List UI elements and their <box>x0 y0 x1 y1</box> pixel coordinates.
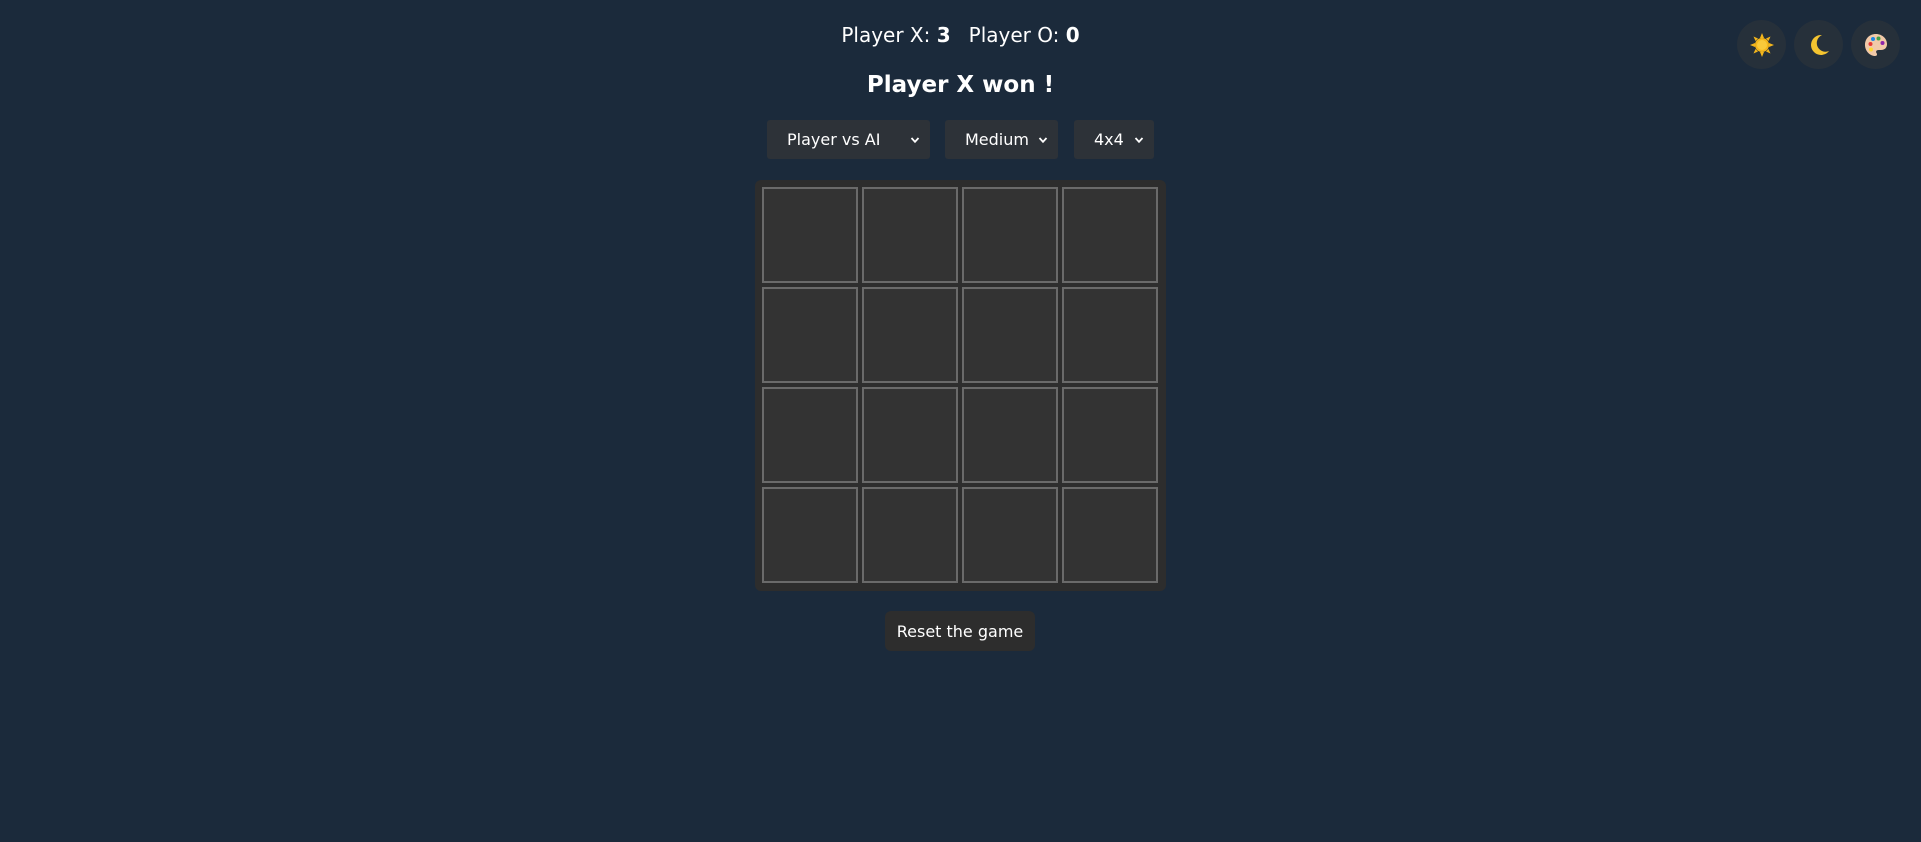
board-cell[interactable] <box>962 187 1058 283</box>
board-cell[interactable] <box>762 187 858 283</box>
player-x-score-value: 3 <box>936 23 951 47</box>
board-cell[interactable] <box>962 387 1058 483</box>
difficulty-select-value: Medium <box>965 130 1029 149</box>
board-cell[interactable] <box>862 287 958 383</box>
chevron-down-icon <box>910 136 920 143</box>
difficulty-select[interactable]: Medium <box>945 120 1058 159</box>
board-cell[interactable] <box>1062 187 1158 283</box>
board-cell[interactable] <box>762 487 858 583</box>
game-board <box>755 180 1166 591</box>
scoreboard: Player X: 3 Player O: 0 <box>0 22 1921 48</box>
board-cell[interactable] <box>862 487 958 583</box>
player-o-score: Player O: 0 <box>969 22 1080 48</box>
board-cell[interactable] <box>862 387 958 483</box>
board-size-select-value: 4x4 <box>1094 130 1124 149</box>
board-size-select[interactable]: 4x4 <box>1074 120 1154 159</box>
player-o-label: Player O: <box>968 23 1060 47</box>
mode-select[interactable]: Player vs AI <box>767 120 930 159</box>
reset-game-button[interactable]: Reset the game <box>885 611 1035 651</box>
board-cell[interactable] <box>762 387 858 483</box>
chevron-down-icon <box>1038 136 1048 143</box>
game-status: Player X won ! <box>866 72 1055 98</box>
player-x-label: Player X: <box>841 23 931 47</box>
board-cell[interactable] <box>862 187 958 283</box>
board-cell[interactable] <box>962 487 1058 583</box>
player-o-score-value: 0 <box>1065 23 1080 47</box>
player-x-score: Player X: 3 <box>841 22 950 48</box>
mode-select-value: Player vs AI <box>787 130 881 149</box>
chevron-down-icon <box>1134 136 1144 143</box>
board-cell[interactable] <box>1062 387 1158 483</box>
board-cell[interactable] <box>1062 287 1158 383</box>
board-cell[interactable] <box>962 287 1058 383</box>
board-cell[interactable] <box>762 287 858 383</box>
board-cell[interactable] <box>1062 487 1158 583</box>
